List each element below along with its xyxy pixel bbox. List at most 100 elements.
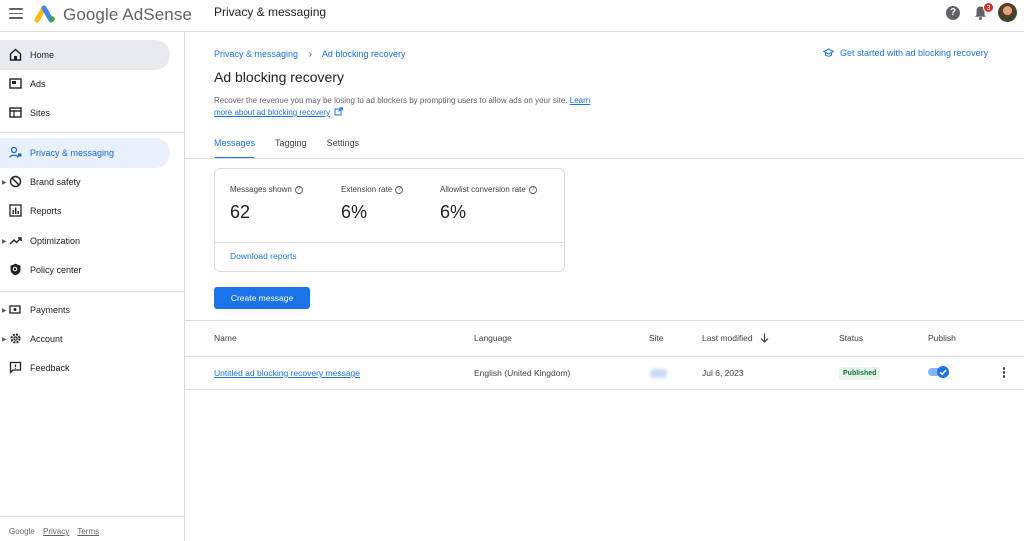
help-icon[interactable]: ? [946, 6, 960, 20]
help-circle-icon[interactable]: ? [294, 185, 303, 194]
column-header-name: Name [214, 333, 237, 343]
sidebar-nav: Home Ads Sites Privacy & messaging ▶ Bra… [0, 32, 185, 541]
site-redacted [650, 369, 667, 378]
column-header-site: Site [649, 333, 664, 343]
sidebar-item-label: Home [30, 50, 55, 60]
sidebar-item-privacy-messaging[interactable]: Privacy & messaging [0, 138, 170, 168]
sidebar-item-account[interactable]: ▶ Account [0, 324, 170, 354]
block-icon [9, 175, 22, 188]
message-name-link[interactable]: Untitled ad blocking recovery message [214, 368, 360, 378]
sidebar-item-label: Brand safety [30, 177, 81, 187]
sidebar-item-label: Account [30, 334, 63, 344]
metric-value: 62 [230, 202, 251, 222]
sidebar-item-sites[interactable]: Sites [0, 98, 170, 128]
brand-name: Google AdSense [63, 5, 192, 24]
column-header-last-modified[interactable]: Last modified [702, 333, 769, 343]
status-badge: Published [839, 367, 881, 380]
sidebar-item-policy-center[interactable]: Policy center [0, 255, 170, 285]
column-header-label: Last modified [702, 333, 753, 343]
metric-value: 6% [440, 202, 467, 222]
privacy-link[interactable]: Privacy [43, 527, 69, 536]
publish-toggle[interactable] [928, 366, 950, 378]
sidebar-item-label: Optimization [30, 236, 81, 246]
feedback-icon [9, 361, 22, 374]
breadcrumb-privacy-messaging[interactable]: Privacy & messaging [214, 49, 298, 59]
tab-messages[interactable]: Messages [214, 138, 256, 159]
bar-chart-icon [9, 204, 22, 217]
sidebar-item-label: Payments [30, 305, 71, 315]
page-title: Ad blocking recovery [214, 69, 344, 85]
header-divider [185, 356, 1024, 357]
page-section-title: Privacy & messaging [214, 5, 327, 19]
table-top-border [185, 320, 1024, 321]
google-footer-text: Google [9, 527, 35, 536]
breadcrumb-ad-blocking-recovery[interactable]: Ad blocking recovery [322, 49, 406, 59]
sidebar-item-label: Feedback [30, 363, 70, 373]
payments-icon [9, 305, 21, 314]
create-message-button[interactable]: Create message [214, 287, 310, 309]
message-language: English (United Kingdom) [474, 368, 571, 378]
metric-extension-rate: Extension rate? 6% [341, 185, 404, 223]
column-header-status: Status [839, 333, 864, 343]
check-icon [939, 369, 947, 376]
footer-divider [0, 516, 185, 517]
trending-icon [9, 237, 22, 245]
notification-count-badge: 3 [983, 2, 994, 13]
expand-caret-icon[interactable]: ▶ [2, 336, 7, 343]
metric-label: Extension rate [341, 185, 393, 194]
arrow-down-icon [760, 333, 769, 343]
sidebar-item-label: Policy center [30, 265, 82, 275]
expand-caret-icon[interactable]: ▶ [2, 307, 7, 314]
sidebar-item-label: Sites [30, 108, 51, 118]
metric-value: 6% [341, 202, 368, 222]
privacy-icon [9, 146, 22, 158]
sidebar-item-payments[interactable]: ▶ Payments [0, 295, 170, 325]
sidebar-item-reports[interactable]: Reports [0, 196, 170, 226]
expand-caret-icon[interactable]: ▶ [2, 238, 7, 245]
school-cap-icon [823, 48, 834, 57]
sidebar-item-label: Ads [30, 79, 46, 89]
metric-label: Messages shown [230, 185, 292, 194]
card-divider [215, 242, 564, 243]
external-link-icon [334, 107, 344, 116]
column-header-publish: Publish [928, 333, 956, 343]
nav-divider [0, 132, 185, 133]
policy-shield-icon [10, 263, 21, 276]
column-header-language: Language [474, 333, 512, 343]
description-text: Recover the revenue you may be losing to… [214, 96, 568, 105]
expand-caret-icon[interactable]: ▶ [2, 179, 7, 186]
sidebar-item-label: Reports [30, 206, 62, 216]
help-circle-icon[interactable]: ? [528, 185, 537, 194]
get-started-link[interactable]: Get started with ad blocking recovery [823, 48, 988, 58]
sidebar-item-feedback[interactable]: Feedback [0, 353, 170, 383]
metric-messages-shown: Messages shown? 62 [230, 185, 303, 223]
tab-settings[interactable]: Settings [327, 138, 360, 159]
tab-bar: Messages Tagging Settings [214, 138, 359, 159]
metric-allowlist-conversion-rate: Allowlist conversion rate? 6% [440, 185, 537, 223]
menu-icon[interactable] [9, 8, 23, 20]
sidebar-footer: Google Privacy Terms [9, 527, 105, 536]
home-icon [9, 48, 22, 61]
row-divider [185, 389, 1024, 390]
help-circle-icon[interactable]: ? [395, 185, 404, 194]
message-last-modified: Jul 6, 2023 [702, 368, 744, 378]
top-app-bar: Google AdSense Privacy & messaging ? 3 [0, 0, 1024, 32]
metrics-card: Messages shown? 62 Extension rate? 6% Al… [214, 168, 565, 272]
gear-icon [10, 333, 21, 344]
sidebar-item-label: Privacy & messaging [30, 148, 115, 158]
sites-icon [9, 107, 22, 118]
sidebar-item-ads[interactable]: Ads [0, 69, 170, 99]
sidebar-item-optimization[interactable]: ▶ Optimization [0, 226, 170, 256]
download-reports-link[interactable]: Download reports [230, 251, 297, 261]
nav-divider [0, 291, 185, 292]
terms-link[interactable]: Terms [77, 527, 99, 536]
tab-tagging[interactable]: Tagging [275, 138, 307, 159]
adsense-logo [34, 5, 55, 23]
breadcrumb: Privacy & messaging › Ad blocking recove… [214, 49, 405, 60]
sidebar-item-home[interactable]: Home [0, 40, 170, 70]
get-started-label: Get started with ad blocking recovery [840, 48, 989, 58]
avatar[interactable] [998, 3, 1017, 22]
more-vert-icon[interactable] [1000, 367, 1008, 379]
sidebar-item-brand-safety[interactable]: ▶ Brand safety [0, 167, 170, 197]
metric-label: Allowlist conversion rate [440, 185, 526, 194]
